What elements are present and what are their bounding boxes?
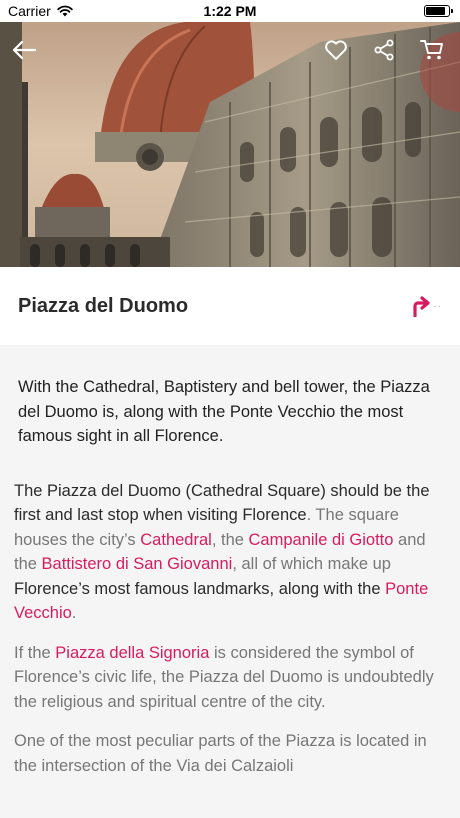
cart-button[interactable] [416,34,448,66]
wifi-icon [57,5,73,17]
title-row: Piazza del Duomo ·· [0,267,460,345]
share-icon [374,39,394,61]
text-run: . [71,604,77,622]
text-run: One of the most peculiar parts of the Pi… [14,732,427,775]
status-left: Carrier [8,3,73,19]
article-content: With the Cathedral, Baptistery and bell … [0,345,460,818]
heart-icon [325,40,347,60]
paragraph-1: The Piazza del Duomo (Cathedral Square) … [0,479,460,626]
text-run: , the [211,530,249,549]
bold-text: Florence’s most famous landmarks, along … [14,579,386,598]
link-campanile[interactable]: Campanile di Giotto [249,531,394,549]
favorite-button[interactable] [320,34,352,66]
back-button[interactable] [8,34,40,66]
text-run: If the [14,643,56,662]
carrier-label: Carrier [8,3,51,19]
arrow-left-icon [12,40,37,60]
status-bar: Carrier 1:22 PM [0,0,460,22]
hero-image [0,22,460,267]
cart-icon [420,40,443,60]
paragraph-2: If the Piazza della Signoria is consider… [0,641,460,715]
battery-level [426,7,445,15]
more-dots-icon: ·· [433,300,442,312]
link-piazza-signoria[interactable]: Piazza della Signoria [55,644,209,662]
directions-icon [413,296,430,317]
battery-icon [424,5,453,17]
link-battistero[interactable]: Battistero di San Giovanni [42,555,233,573]
paragraph-3: One of the most peculiar parts of the Pi… [0,729,460,778]
directions-button[interactable]: ·· [411,295,442,317]
intro-paragraph: With the Cathedral, Baptistery and bell … [18,378,430,445]
share-button[interactable] [368,34,400,66]
link-cathedral[interactable]: Cathedral [140,531,212,549]
place-title: Piazza del Duomo [18,294,189,317]
text-run: , all of which make up [232,555,391,573]
